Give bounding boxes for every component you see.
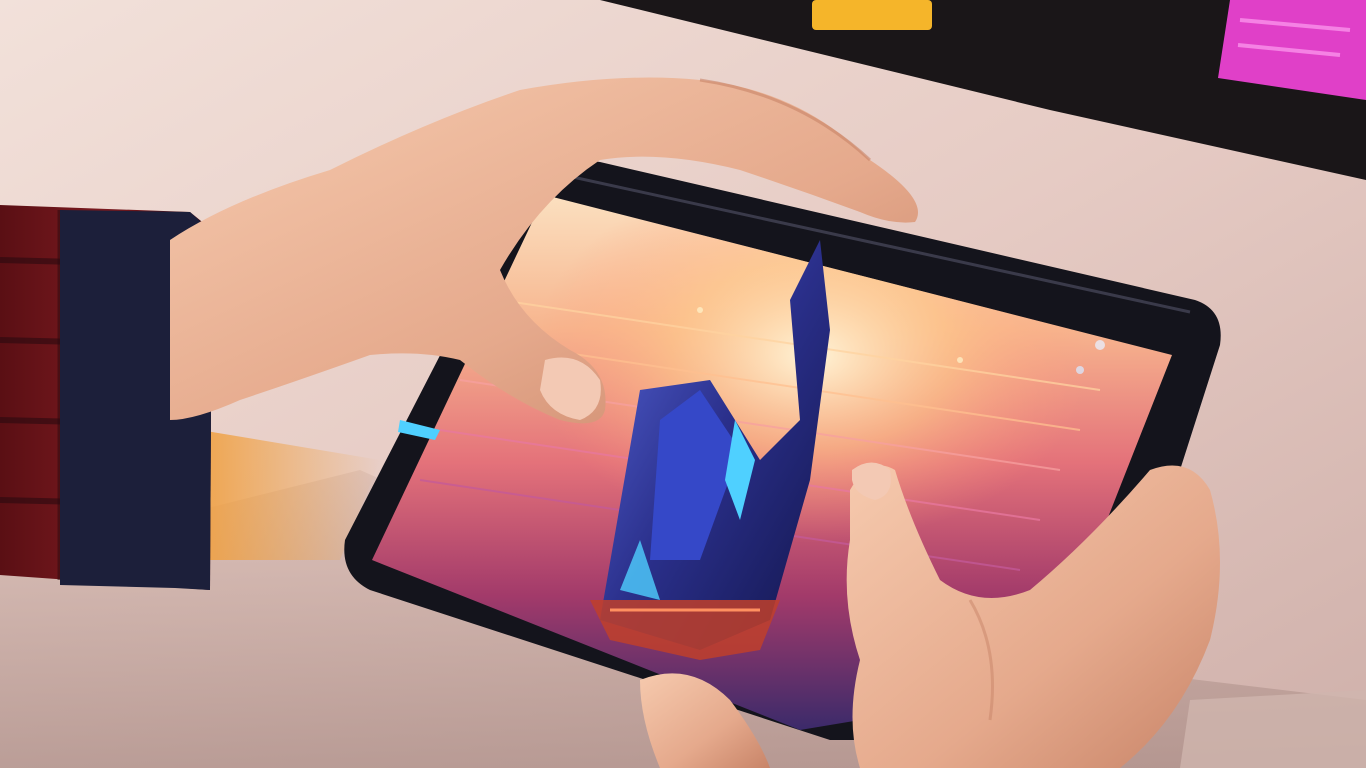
table-edge xyxy=(1180,690,1366,768)
scene-illustration xyxy=(0,0,1366,768)
photo-scene xyxy=(0,0,1366,768)
monitor-yellow-element xyxy=(812,0,932,30)
